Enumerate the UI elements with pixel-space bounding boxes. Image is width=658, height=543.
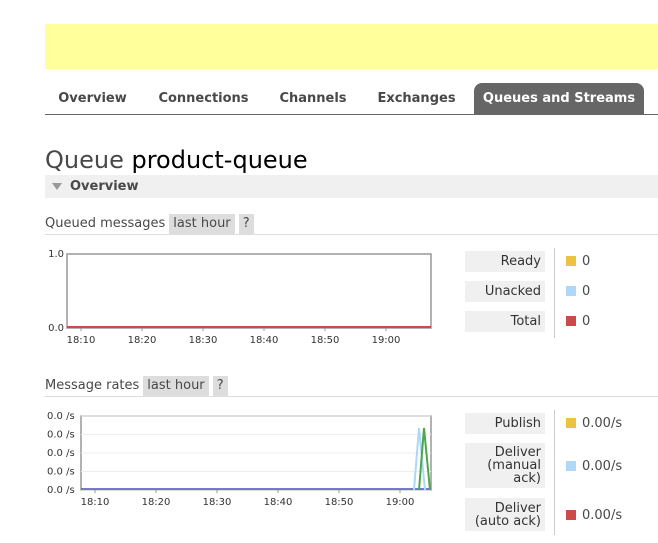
legend-swatch-ready bbox=[566, 256, 576, 266]
plot-area bbox=[66, 253, 432, 329]
tab-queues-and-streams[interactable]: Queues and Streams bbox=[474, 83, 644, 114]
legend-swatch-unacked bbox=[566, 286, 576, 296]
main-nav-tabs: Overview Connections Channels Exchanges … bbox=[45, 83, 658, 115]
rates-range-selector[interactable]: last hour bbox=[143, 376, 209, 396]
y-tick-label: 0.0 /s bbox=[47, 430, 75, 441]
legend-label: Deliver (manual ack) bbox=[465, 443, 545, 488]
x-tick-label: 18:40 bbox=[264, 497, 293, 508]
divider bbox=[45, 396, 658, 397]
legend-value: 0.00/s bbox=[582, 416, 623, 431]
x-tick-label: 18:10 bbox=[81, 497, 110, 508]
x-tick-label: 18:30 bbox=[203, 497, 232, 508]
queued-messages-chart: 0.0 1.0 18:10 18:20 18:30 18:40 18:50 19:00 bbox=[45, 248, 445, 352]
tab-channels[interactable]: Channels bbox=[268, 83, 358, 114]
x-tick-label: 18:50 bbox=[311, 335, 340, 346]
y-tick-label: 0.0 /s bbox=[47, 411, 75, 422]
x-tick-label: 18:30 bbox=[189, 335, 218, 346]
legend-value: 0.00/s bbox=[582, 459, 623, 474]
y-tick-label: 1.0 bbox=[48, 249, 64, 260]
divider bbox=[45, 234, 658, 235]
collapse-triangle-icon bbox=[52, 183, 62, 190]
legend-swatch-publish bbox=[566, 418, 576, 428]
message-rates-title: Message rates bbox=[45, 378, 140, 393]
tab-connections[interactable]: Connections bbox=[146, 83, 261, 114]
y-tick-label: 0.0 /s bbox=[47, 448, 75, 459]
y-tick-label: 0.0 /s bbox=[47, 485, 75, 496]
legend-swatch-deliver-manual bbox=[566, 461, 576, 471]
queued-messages-chart-svg: 0.0 1.0 18:10 18:20 18:30 18:40 18:50 19:00 bbox=[48, 249, 432, 346]
x-tick-label: 18:20 bbox=[128, 335, 157, 346]
queued-messages-heading: Queued messages last hour ? bbox=[45, 214, 254, 234]
section-label: Overview bbox=[70, 179, 139, 194]
overview-section-toggle[interactable]: Overview bbox=[45, 175, 658, 198]
x-tick-label: 18:50 bbox=[325, 497, 354, 508]
x-tick-label: 18:40 bbox=[250, 335, 279, 346]
legend-value: 0 bbox=[582, 314, 591, 329]
legend-divider bbox=[554, 248, 555, 338]
legend-label: Ready bbox=[465, 251, 545, 272]
legend-swatch-deliver-auto bbox=[566, 510, 576, 520]
y-tick-label: 0.0 /s bbox=[47, 467, 75, 478]
page-title: Queue product-queue bbox=[45, 145, 308, 175]
tab-overview[interactable]: Overview bbox=[45, 83, 140, 114]
message-rates-chart: 0.0 /s 0.0 /s 0.0 /s 0.0 /s 0.0 /s 18:10 18:20… bbox=[45, 410, 445, 519]
queued-messages-title: Queued messages bbox=[45, 216, 166, 231]
message-rates-chart-svg: 0.0 /s 0.0 /s 0.0 /s 0.0 /s 0.0 /s 18:10 18:20… bbox=[47, 411, 432, 508]
notification-banner bbox=[45, 24, 658, 69]
queue-name: product-queue bbox=[131, 146, 308, 174]
message-rates-legend: Publish 0.00/s Deliver (manual ack) 0.00… bbox=[465, 410, 658, 535]
message-rates-heading: Message rates last hour ? bbox=[45, 376, 228, 396]
x-tick-label: 19:00 bbox=[386, 497, 415, 508]
x-tick-label: 18:10 bbox=[67, 335, 96, 346]
legend-value: 0 bbox=[582, 284, 591, 299]
x-tick-label: 19:00 bbox=[372, 335, 401, 346]
queued-range-selector[interactable]: last hour bbox=[169, 214, 235, 234]
legend-label: Total bbox=[465, 311, 545, 332]
legend-divider bbox=[554, 410, 555, 535]
legend-label: Deliver (auto ack) bbox=[465, 498, 545, 531]
y-tick-label: 0.0 bbox=[48, 323, 64, 334]
queued-messages-legend: Ready 0 Unacked 0 Total 0 bbox=[465, 248, 658, 338]
page-title-prefix: Queue bbox=[45, 146, 124, 174]
legend-label: Unacked bbox=[465, 281, 545, 302]
rates-help-button[interactable]: ? bbox=[212, 376, 228, 396]
legend-label: Publish bbox=[465, 413, 545, 434]
tab-exchanges[interactable]: Exchanges bbox=[365, 83, 468, 114]
queued-help-button[interactable]: ? bbox=[238, 214, 254, 234]
legend-value: 0.00/s bbox=[582, 508, 623, 523]
legend-value: 0 bbox=[582, 254, 591, 269]
legend-swatch-total bbox=[566, 316, 576, 326]
x-tick-label: 18:20 bbox=[142, 497, 171, 508]
